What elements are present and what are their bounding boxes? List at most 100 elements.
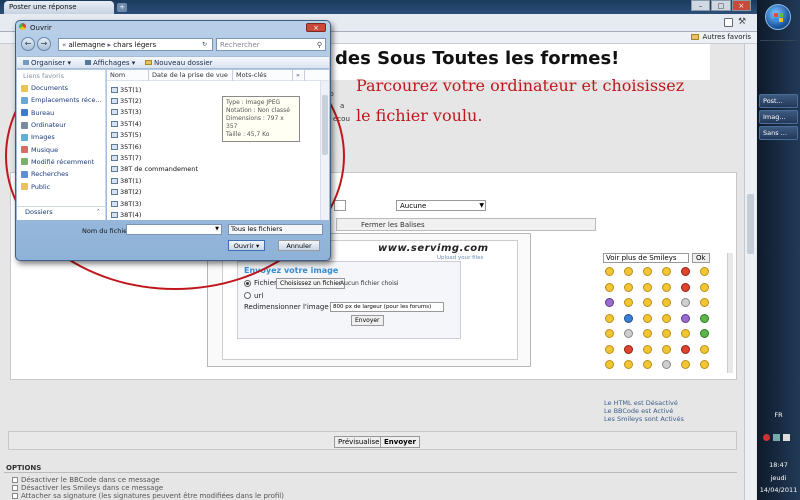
wrench-icon[interactable]: ⚒ [738,17,749,28]
other-bookmarks[interactable]: Autres favoris [691,33,751,41]
address-bar[interactable]: « allemagne ▸ chars légers [58,38,213,51]
column-keywords[interactable]: Mots-clés [233,70,293,81]
nav-item[interactable]: Emplacements réce... [17,94,106,106]
smiley-icon[interactable] [605,360,614,369]
smiley-icon[interactable] [662,267,671,276]
smiley-select[interactable]: Voir plus de Smileys [603,253,689,263]
smiley-icon[interactable] [662,298,671,307]
checkbox[interactable] [12,477,18,483]
radio-file[interactable] [244,280,251,287]
smiley-icon[interactable] [624,344,633,354]
chevron-right-icon[interactable]: » [293,70,305,81]
smiley-icon[interactable] [605,298,614,307]
option-attach-signature[interactable]: Attacher sa signature (les signatures pe… [12,492,284,500]
page-menu-icon[interactable] [724,18,733,27]
file-row[interactable]: 35T(7) [108,152,313,163]
new-folder-button[interactable]: Nouveau dossier [145,59,213,67]
nav-item[interactable]: Bureau [17,107,106,119]
file-row[interactable]: 38T(4) [108,209,313,220]
preview-button[interactable]: Prévisualiser [334,436,387,448]
smiley-icon[interactable] [605,282,614,292]
smiley-scrollbar[interactable] [727,253,733,373]
smiley-icon[interactable] [681,329,690,338]
language-indicator[interactable]: FR [757,411,800,419]
smiley-icon[interactable] [643,329,652,338]
smiley-icon[interactable] [681,344,690,354]
smiley-icon[interactable] [605,313,614,323]
smiley-icon[interactable] [700,298,709,307]
smiley-icon[interactable] [681,267,690,276]
editor-input[interactable] [334,200,346,211]
refresh-icon[interactable]: ↻ [202,41,207,48]
taskbar-item-paint[interactable]: Sans ... [759,126,798,140]
nav-item[interactable]: Recherches [17,168,106,180]
smiley-icon[interactable] [662,282,671,292]
smiley-icon[interactable] [662,313,671,323]
tab-poster-reponse[interactable]: Poster une réponse [4,1,114,14]
volume-icon[interactable] [783,434,790,441]
smiley-icon[interactable] [643,360,652,369]
resize-select[interactable]: 800 px de largeur (pour les forums) [330,302,444,312]
file-row[interactable]: 35T(1) [108,84,313,95]
dialog-close-button[interactable]: × [306,23,326,32]
smiley-icon[interactable] [643,267,652,276]
maximize-button[interactable]: □ [711,0,731,11]
smiley-icon[interactable] [700,360,709,369]
checkbox[interactable] [12,485,18,491]
nav-item[interactable]: Documents [17,82,106,94]
smiley-ok-button[interactable]: Ok [692,253,710,263]
nav-item[interactable]: Public [17,180,106,192]
smiley-icon[interactable] [624,329,633,338]
servimg-send-button[interactable]: Envoyer [351,315,384,326]
search-input[interactable]: Rechercher ⚲ [216,38,326,51]
folders-toggle[interactable]: Dossiers ˄ [17,206,106,218]
font-select[interactable]: Aucune ▼ [396,200,486,211]
file-row[interactable]: 38T(3) [108,198,313,209]
file-row[interactable]: 38T de commandement [108,164,313,175]
smiley-icon[interactable] [700,344,709,354]
cancel-button[interactable]: Annuler [278,240,320,251]
scrollbar-thumb[interactable] [747,194,754,254]
page-scrollbar[interactable] [744,44,756,500]
smiley-icon[interactable] [643,344,652,354]
smiley-icon[interactable] [700,329,709,338]
column-date[interactable]: Date de la prise de vue [149,70,233,81]
smiley-icon[interactable] [700,282,709,292]
file-list-scrollbar[interactable] [320,81,329,220]
organize-button[interactable]: Organiser ▾ [23,59,71,67]
nav-item[interactable]: Musique [17,143,106,155]
new-tab-button[interactable]: + [117,3,127,12]
nav-item[interactable]: Images [17,131,106,143]
choose-file-button[interactable]: Choisissez un fichier [276,278,346,289]
smiley-icon[interactable] [681,360,690,369]
network-icon[interactable] [773,434,780,441]
smiley-icon[interactable] [605,344,614,354]
smiley-icon[interactable] [662,344,671,354]
smiley-icon[interactable] [681,282,690,292]
smiley-icon[interactable] [643,313,652,323]
smiley-icon[interactable] [624,282,633,292]
smiley-icon[interactable] [624,267,633,276]
filetype-select[interactable]: Tous les fichiers [228,224,323,235]
smiley-icon[interactable] [662,329,671,338]
back-arrow-icon[interactable]: ← [21,37,35,51]
open-button[interactable]: Ouvrir ▾ [228,240,265,251]
views-button[interactable]: Affichages ▾ [85,59,135,67]
scrollbar-thumb[interactable] [322,95,328,155]
submit-button[interactable]: Envoyer [380,436,420,448]
start-button[interactable] [765,4,791,30]
file-row[interactable]: 38T(2) [108,187,313,198]
breadcrumb-part[interactable]: chars légers [113,41,156,49]
smiley-icon[interactable] [624,360,633,369]
smiley-icon[interactable] [700,267,709,276]
nav-item[interactable]: Ordinateur [17,119,106,131]
breadcrumb-part[interactable]: allemagne [69,41,106,49]
file-row[interactable]: 35T(6) [108,141,313,152]
filename-input[interactable]: ▼ [126,224,222,235]
checkbox[interactable] [12,493,18,499]
smiley-icon[interactable] [643,282,652,292]
clock-time[interactable]: 18:47 [757,461,800,469]
option-disable-smileys[interactable]: Désactiver les Smileys dans ce message [12,484,284,492]
smiley-icon[interactable] [624,313,633,323]
smiley-icon[interactable] [605,267,614,276]
